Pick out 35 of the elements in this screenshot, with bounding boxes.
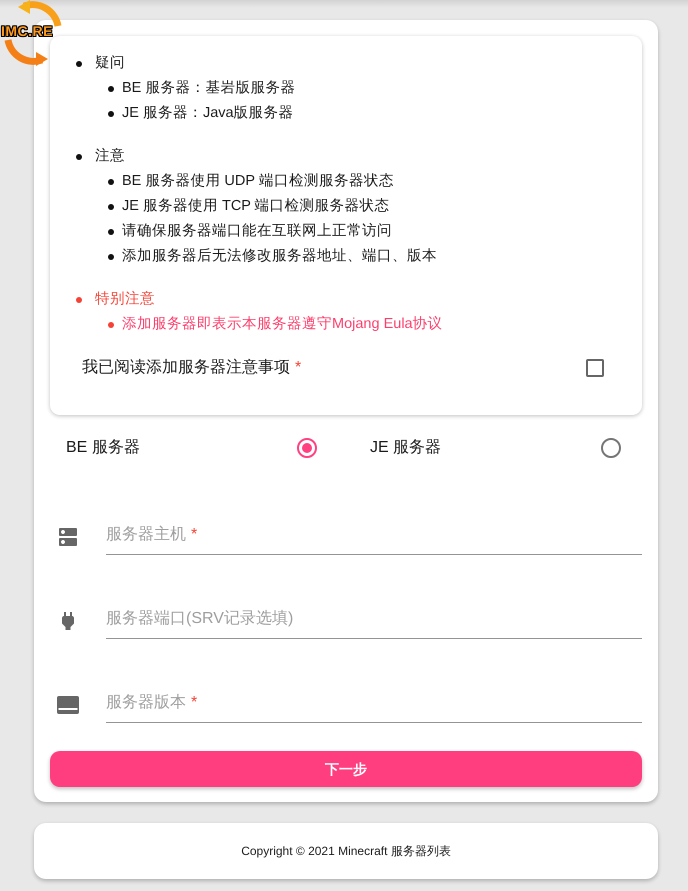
host-field[interactable]: 服务器主机 *	[106, 515, 642, 555]
notice-item: JE 服务器使用 TCP 端口检测服务器状态	[122, 196, 390, 216]
bullet-icon	[108, 254, 114, 260]
server-type-label: BE 服务器	[66, 438, 140, 458]
bullet-icon	[108, 178, 114, 184]
agreement-checkbox[interactable]	[586, 359, 604, 377]
notice-item: 请确保服务器端口能在互联网上正常访问	[122, 222, 392, 241]
server-icon	[59, 528, 77, 546]
radio-button[interactable]	[297, 438, 317, 458]
port-field[interactable]: 服务器端口(SRV记录选填)	[106, 599, 642, 639]
notice-item: JE 服务器：Java版服务器	[122, 104, 294, 123]
notice-item: BE 服务器：基岩版服务器	[122, 78, 296, 98]
panel-icon	[57, 696, 79, 714]
bullet-icon	[108, 86, 114, 92]
version-field[interactable]: 服务器版本 *	[106, 683, 642, 723]
agreement-label: 我已阅读添加服务器注意事项 *	[82, 358, 302, 378]
plug-icon	[62, 612, 74, 630]
logo-text: IMC.RE	[1, 23, 53, 39]
notice-item: BE 服务器使用 UDP 端口检测服务器状态	[122, 172, 394, 191]
bullet-icon	[108, 204, 114, 210]
radio-button[interactable]	[601, 438, 621, 458]
notice-heading: 特别注意	[95, 290, 155, 309]
bullet-icon	[108, 228, 114, 234]
notice-item: 添加服务器即表示本服务器遵守Mojang Eula协议	[122, 314, 443, 334]
notice-item: 添加服务器后无法修改服务器地址、端口、版本	[122, 246, 437, 266]
notice-heading: 注意	[95, 146, 125, 166]
bullet-icon	[76, 296, 82, 302]
bullet-icon	[108, 322, 114, 328]
bullet-icon	[76, 154, 82, 160]
bullet-icon	[108, 110, 114, 116]
copyright-text: Copyright © 2021 Minecraft 服务器列表	[241, 843, 451, 860]
server-type-label: JE 服务器	[370, 438, 442, 458]
next-button[interactable]: 下一步	[50, 751, 642, 787]
notice-heading: 疑问	[95, 54, 125, 73]
bullet-icon	[76, 60, 82, 66]
